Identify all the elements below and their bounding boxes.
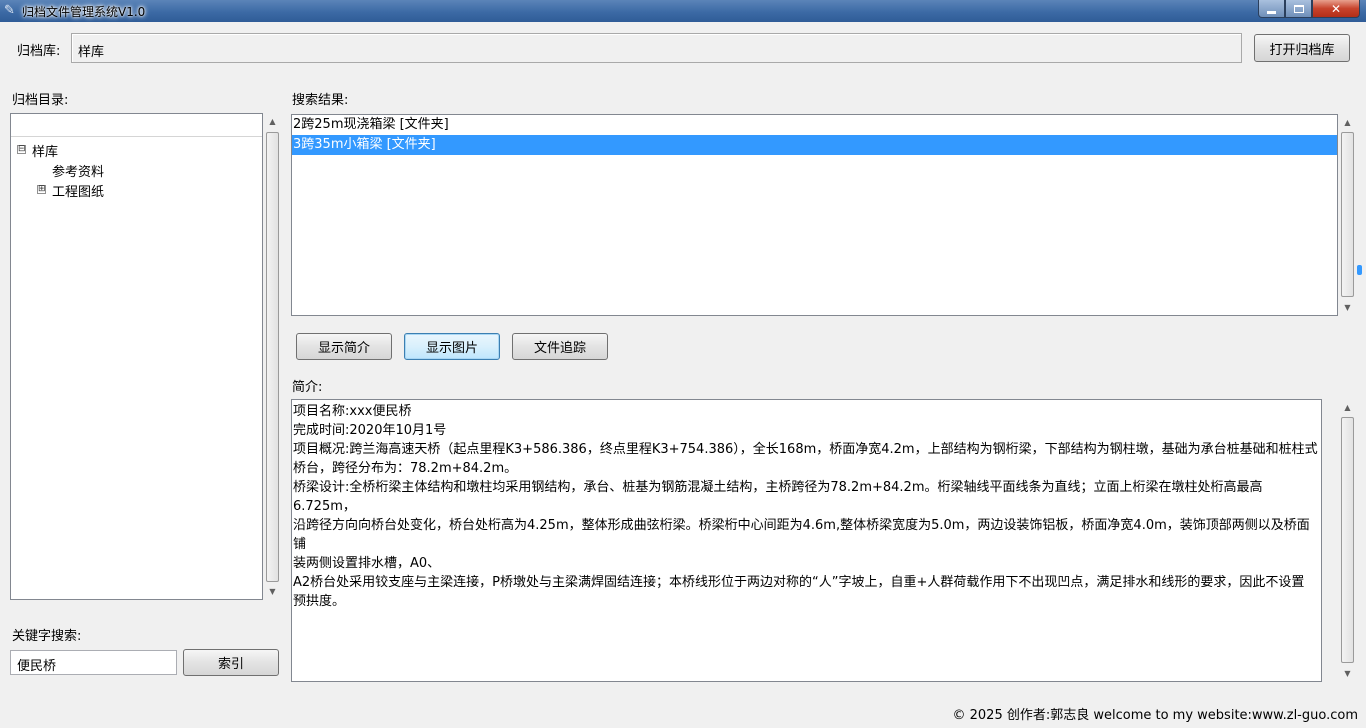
tree-node-reference[interactable]: 参考资料 [52, 161, 104, 180]
title-bar: ✎ 归档文件管理系统V1.0 ✕ [0, 0, 1366, 22]
intro-label: 简介: [292, 380, 323, 395]
tree-scroll-thumb[interactable] [266, 132, 279, 582]
intro-line: 项目概况:跨兰海高速天桥（起点里程K3+586.386，终点里程K3+754.3… [293, 442, 1318, 457]
results-scroll-thumb[interactable] [1341, 132, 1354, 297]
minimize-icon [1267, 10, 1276, 14]
intro-line: 桥梁设计:全桥桁梁主体结构和墩柱均采用钢结构，承台、桩基为钢筋混凝土结构，主桥跨… [293, 480, 1263, 514]
scroll-up-icon[interactable]: ▲ [264, 113, 281, 130]
collapse-icon[interactable]: ⊟ [17, 145, 26, 154]
show-image-button[interactable]: 显示图片 [404, 333, 500, 360]
intro-scroll-thumb[interactable] [1341, 417, 1354, 663]
scroll-down-icon[interactable]: ▼ [264, 583, 281, 600]
scroll-up-icon[interactable]: ▲ [1339, 399, 1356, 416]
window-title: 归档文件管理系统V1.0 [22, 5, 146, 19]
intro-scrollbar[interactable]: ▲ ▼ [1339, 399, 1356, 682]
intro-line: 完成时间:2020年10月1号 [293, 423, 447, 438]
search-results-list[interactable]: 2跨25m现浇箱梁 [文件夹] 3跨35m小箱梁 [文件夹] [291, 114, 1338, 316]
intro-line: 项目名称:xxx便民桥 [293, 404, 412, 419]
tree-node-root[interactable]: 样库 [32, 141, 58, 160]
scroll-down-icon[interactable]: ▼ [1339, 299, 1356, 316]
results-label: 搜索结果: [292, 93, 349, 108]
intro-line: 沿跨径方向向桥台处变化，桥台处桁高为4.25m，整体形成曲弦桁梁。桥梁桁中心间距… [293, 518, 1310, 552]
list-item[interactable]: 2跨25m现浇箱梁 [文件夹] [292, 115, 1337, 135]
maximize-button[interactable] [1285, 0, 1312, 18]
tree-scrollbar[interactable]: ▲ ▼ [264, 113, 281, 600]
keyword-search-label: 关键字搜索: [12, 629, 82, 644]
close-icon: ✕ [1330, 1, 1342, 16]
intro-line: 装两侧设置排水槽，A0、 [293, 556, 441, 571]
list-item-selected[interactable]: 3跨35m小箱梁 [文件夹] [292, 135, 1337, 155]
scroll-down-icon[interactable]: ▼ [1339, 665, 1356, 682]
directory-tree[interactable]: ⊟ 样库 参考资料 ⊞ 工程图纸 [10, 113, 263, 600]
window-controls: ✕ [1258, 0, 1360, 18]
minimize-button[interactable] [1258, 0, 1285, 18]
maximize-icon [1293, 4, 1304, 13]
scroll-up-icon[interactable]: ▲ [1339, 114, 1356, 131]
archive-path-field[interactable]: 样库 [71, 33, 1242, 63]
directory-label: 归档目录: [12, 93, 69, 108]
tree-header [11, 114, 262, 137]
open-archive-button[interactable]: 打开归档库 [1254, 34, 1350, 62]
index-button[interactable]: 索引 [183, 649, 279, 676]
keyword-search-input[interactable]: 便民桥 [10, 650, 177, 675]
tree-node-drawings[interactable]: 工程图纸 [52, 181, 104, 200]
close-button[interactable]: ✕ [1312, 0, 1360, 18]
archive-label: 归档库: [17, 44, 61, 59]
results-scrollbar[interactable]: ▲ ▼ [1339, 114, 1356, 316]
feather-icon: ✎ [4, 3, 15, 18]
show-intro-button[interactable]: 显示简介 [296, 333, 392, 360]
intro-line: 桥台，跨径分布为：78.2m+84.2m。 [293, 461, 518, 476]
expand-icon[interactable]: ⊞ [37, 185, 46, 194]
footer-credit: © 2025 创作者:郭志良 welcome to my website:www… [952, 708, 1359, 723]
edge-indicator [1357, 265, 1362, 275]
intro-line: A2桥台处采用铰支座与主梁连接，P桥墩处与主梁满焊固结连接；本桥线形位于两边对称… [293, 575, 1305, 590]
intro-text-area[interactable]: 项目名称:xxx便民桥 完成时间:2020年10月1号 项目概况:跨兰海高速天桥… [291, 399, 1322, 682]
intro-line: 预拱度。 [293, 594, 346, 609]
file-trace-button[interactable]: 文件追踪 [512, 333, 608, 360]
